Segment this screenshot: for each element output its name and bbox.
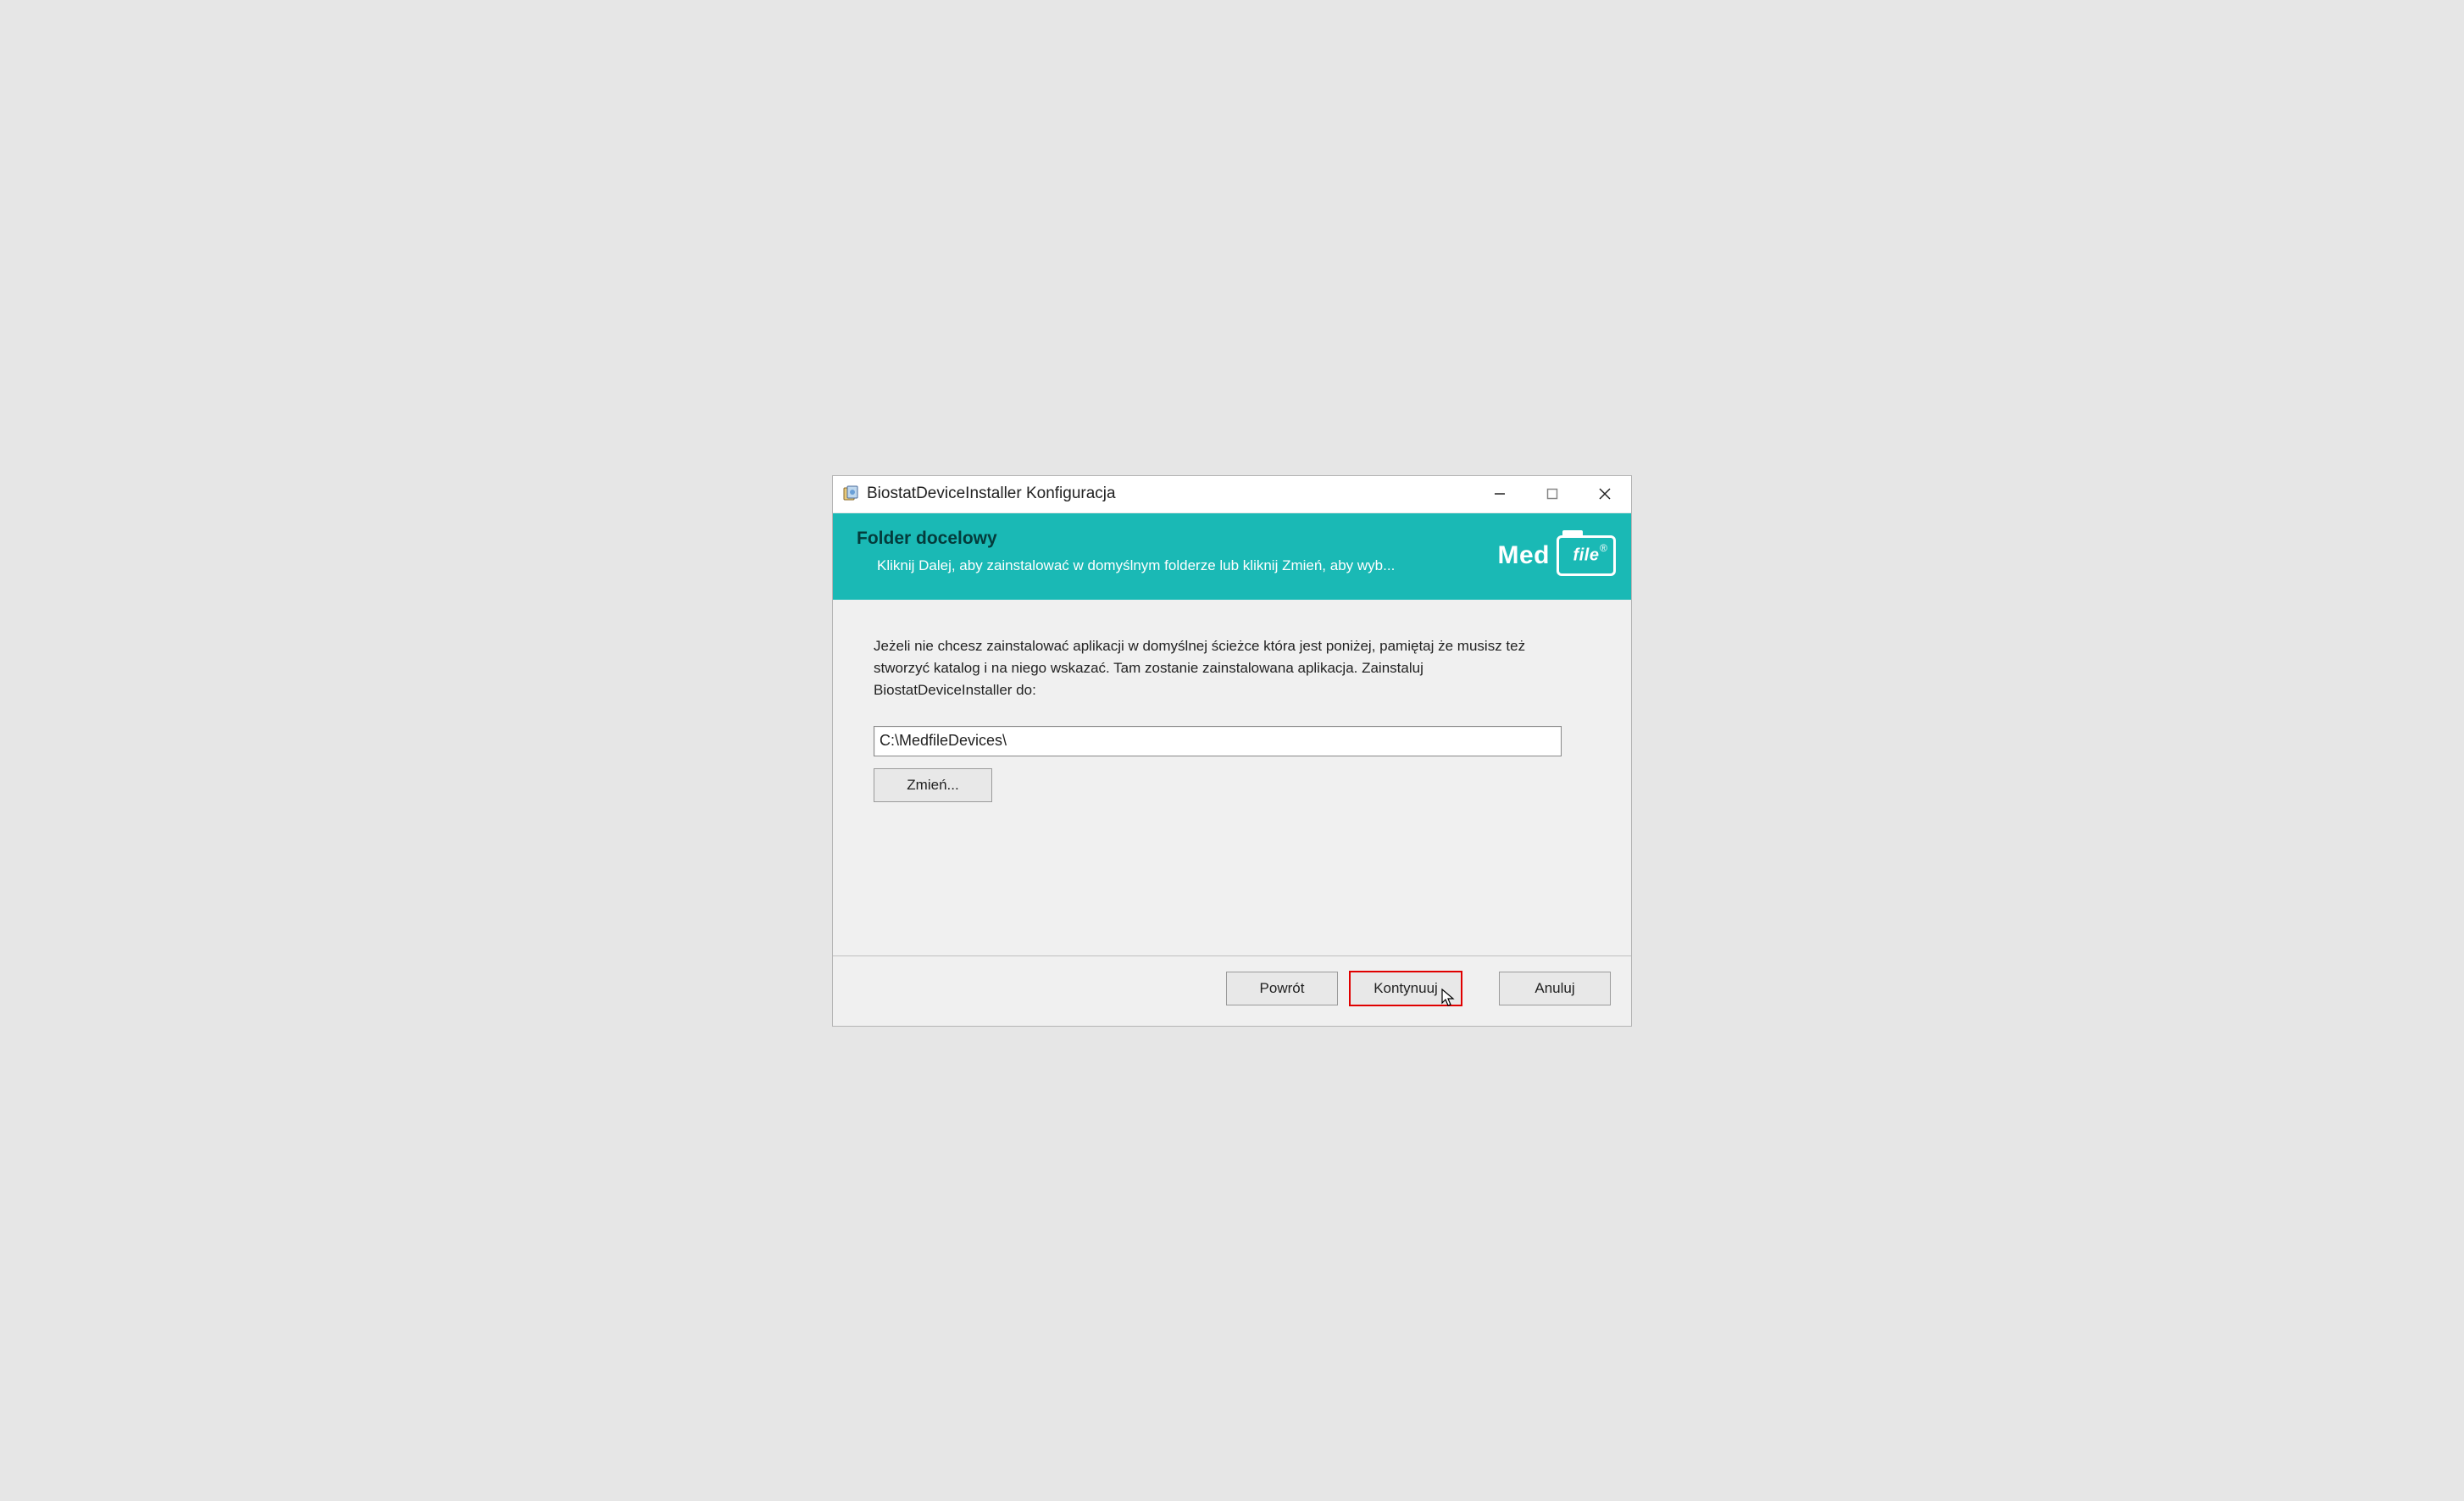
instruction-text: Jeżeli nie chcesz zainstalować aplikacji… [874, 635, 1534, 702]
registered-mark: ® [1600, 542, 1607, 554]
banner: Folder docelowy Kliknij Dalej, aby zains… [833, 513, 1631, 600]
minimize-button[interactable] [1473, 476, 1526, 512]
desktop-background: BiostatDeviceInstaller Konfiguracja Fold [639, 390, 1825, 1112]
installer-window: BiostatDeviceInstaller Konfiguracja Fold [832, 475, 1632, 1027]
cancel-button[interactable]: Anuluj [1499, 972, 1611, 1005]
banner-title: Folder docelowy [857, 529, 1607, 549]
continue-button[interactable]: Kontynuuj [1350, 972, 1462, 1005]
close-button[interactable] [1579, 476, 1631, 512]
banner-subtitle: Kliknij Dalej, aby zainstalować w domyśl… [857, 557, 1467, 574]
change-folder-button[interactable]: Zmień... [874, 768, 992, 802]
content-area: Jeżeli nie chcesz zainstalować aplikacji… [833, 600, 1631, 955]
installer-icon [841, 485, 860, 503]
install-path-input[interactable] [874, 726, 1562, 756]
footer-buttons: Powrót Kontynuuj Anuluj [833, 955, 1631, 1026]
window-controls [1473, 476, 1631, 512]
logo-text-med: Med [1498, 541, 1551, 570]
maximize-button [1526, 476, 1579, 512]
brand-logo: Med file ® [1498, 535, 1617, 576]
titlebar[interactable]: BiostatDeviceInstaller Konfiguracja [833, 476, 1631, 513]
back-button[interactable]: Powrót [1226, 972, 1338, 1005]
window-title: BiostatDeviceInstaller Konfiguracja [867, 485, 1473, 503]
